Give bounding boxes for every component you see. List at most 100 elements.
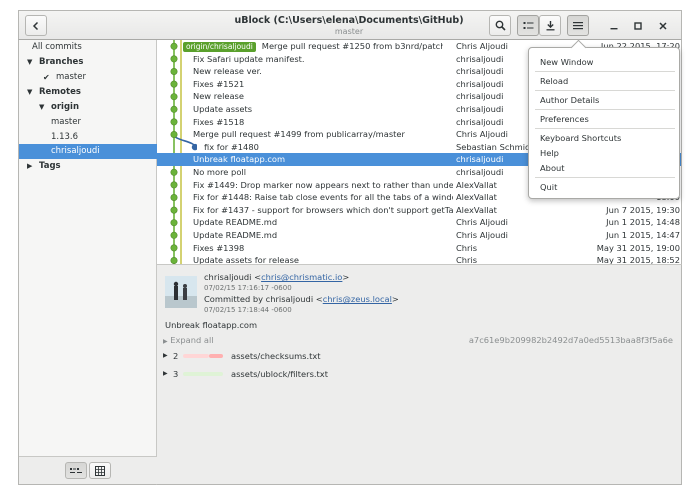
header-bar: uBlock (C:\Users\elena\Documents\GitHub)… [18,10,682,40]
commit-message-text: Update assets [193,104,253,114]
commit-date: May 31 2015, 19:00 [596,242,680,253]
close-icon [659,22,667,30]
commit-row[interactable]: Update assets for release Chris May 31 201… [157,254,681,264]
sidebar-section-remotes[interactable]: ▼ Remotes [19,85,157,100]
menu-item-new-window[interactable]: New Window [540,56,593,68]
commit-author: Chris [456,255,478,264]
grid-icon [95,465,105,476]
commit-message-text: Fixes #1398 [193,242,245,253]
commit-row[interactable]: Update README.md Chris Aljoudi Jun 1 2015,… [157,229,681,242]
file-row[interactable]: ▶ 3 assets/ublock/filters.txt [163,367,673,381]
back-button[interactable] [25,15,47,36]
commit-message: Fix for #1448: Raise tab close events fo… [193,191,453,204]
commit-message-text: Update assets for release [193,255,300,264]
sidebar-item-origin-master[interactable]: master [19,115,157,130]
expand-all-toggle[interactable]: ▶ Expand all [163,335,214,345]
commit-author: Chris Aljoudi [456,217,508,228]
search-button[interactable] [489,15,511,36]
menu-separator [535,71,675,72]
expander-closed-icon: ▶ [27,162,33,170]
menu-separator [535,109,675,110]
sidebar-item-label: Remotes [39,87,81,97]
commit-message: Update README.md [193,216,453,229]
menu-item-help[interactable]: Help [540,147,559,159]
file-path: assets/checksums.txt [231,351,321,361]
author-email-link[interactable]: chris@chrismatic.io [261,272,342,282]
sidebar-item-label: master [51,117,81,127]
commit-message-text: fix for #1480 [204,141,259,152]
hamburger-icon [573,22,583,30]
maximize-button[interactable] [630,18,646,34]
history-view-button[interactable] [517,15,539,36]
menu-item-about[interactable]: About [540,162,565,174]
commit-author: AlexVallat [456,204,497,215]
window-title: uBlock (C:\Users\elena\Documents\GitHub) [234,15,464,26]
window-title-area: uBlock (C:\Users\elena\Documents\GitHub)… [219,15,479,37]
files-view-button[interactable] [89,462,111,479]
commit-message-text: No more poll [193,167,247,177]
list-icon [523,21,533,29]
commit-author: Chris Aljoudi [456,230,508,240]
menu-item-author-details[interactable]: Author Details [540,94,599,106]
author-line: chrisaljoudi <chris@chrismatic.io> [204,272,350,282]
sidebar-item-remote-origin[interactable]: ▼ origin [19,100,157,115]
sidebar-item-all-commits[interactable]: All commits [19,40,157,55]
app-menu-popover: New Window Reload Author Details Preference… [528,47,680,199]
commit-row[interactable]: Fixes #1398 Chris May 31 2015, 19:00 [157,242,681,255]
commit-date: Jun 7 2015, 19:30 [606,204,680,215]
commit-message: New release [193,90,453,103]
menu-separator [535,177,675,178]
commit-date: Jun 1 2015, 14:47 [606,230,680,240]
sidebar: All commits ▼ Branches ✔ master ▼ Remote… [18,40,157,485]
commit-detail-pane: chrisaljoudi <chris@chrismatic.io> 07/02… [157,264,682,485]
deletions-bar-strong [209,354,223,358]
staging-view-button[interactable] [539,15,561,36]
commit-message-text: Fixes #1521 [193,78,245,89]
committer-email-link[interactable]: chris@zeus.local [323,294,392,304]
commit-author: Chris [456,242,478,253]
sidebar-item-origin-chrisaljoudi[interactable]: chrisaljoudi [19,144,157,159]
menu-item-keyboard-shortcuts[interactable]: Keyboard Shortcuts [540,132,621,144]
commit-message-text: Unbreak floatapp.com [193,154,286,165]
menu-item-reload[interactable]: Reload [540,75,568,87]
commit-row[interactable]: Update README.md Chris Aljoudi Jun 1 2015,… [157,216,681,229]
menu-button[interactable] [567,15,589,36]
sidebar-item-label: origin [51,102,79,112]
sidebar-item-branch-master[interactable]: ✔ master [19,70,157,85]
menu-item-quit[interactable]: Quit [540,181,557,193]
commit-message: origin/chrisaljoudi Merge pull request #1… [183,40,443,53]
minimize-icon [610,28,618,30]
minimize-button[interactable] [606,18,622,34]
commit-sha: a7c61e9b209982b2492d7a0ed5513baa8f3f5a6e [468,335,673,345]
expander-closed-icon: ▶ [163,352,168,359]
commit-message-text: New release ver. [193,66,262,77]
commit-message: Update assets for release [193,254,453,264]
menu-item-preferences[interactable]: Preferences [540,113,589,125]
branches-view-button[interactable] [65,462,87,479]
commit-message-text: Merge pull request #1250 from b3nrd/patc… [261,41,443,51]
close-button[interactable] [655,18,671,34]
commit-message-text: Merge pull request #1499 from publicarra… [193,129,405,140]
sidebar-item-label: master [56,72,86,82]
author-avatar [165,276,197,308]
file-row[interactable]: ▶ 2 assets/checksums.txt [163,349,673,363]
commit-message: Merge pull request #1499 from publicarra… [193,128,453,141]
commit-date: Jun 1 2015, 14:48 [606,217,680,228]
expander-open-icon: ▼ [27,88,33,96]
file-change-count: 2 [173,351,179,361]
commit-row[interactable]: Fix for #1437 - support for browsers whi… [157,204,681,217]
avatar-image [165,276,197,308]
expand-all-label: Expand all [170,335,214,345]
commit-message: Unbreak floatapp.com [165,320,258,330]
sidebar-item-origin-1-13-6[interactable]: 1.13.6 [19,130,157,145]
committer-label: Committed by chrisaljoudi [204,294,314,304]
commit-message-text: Fix for #1437 - support for browsers whi… [193,204,453,215]
branch-badge: origin/chrisaljoudi [183,42,256,52]
commit-message: No more poll [193,166,453,179]
sidebar-section-branches[interactable]: ▼ Branches [19,55,157,70]
expander-open-icon: ▼ [39,103,45,111]
menu-separator [535,90,675,91]
sidebar-section-tags[interactable]: ▶ Tags [19,159,157,174]
branch-list-icon [70,467,82,473]
commit-message: Fix #1449: Drop marker now appears next … [193,179,453,192]
